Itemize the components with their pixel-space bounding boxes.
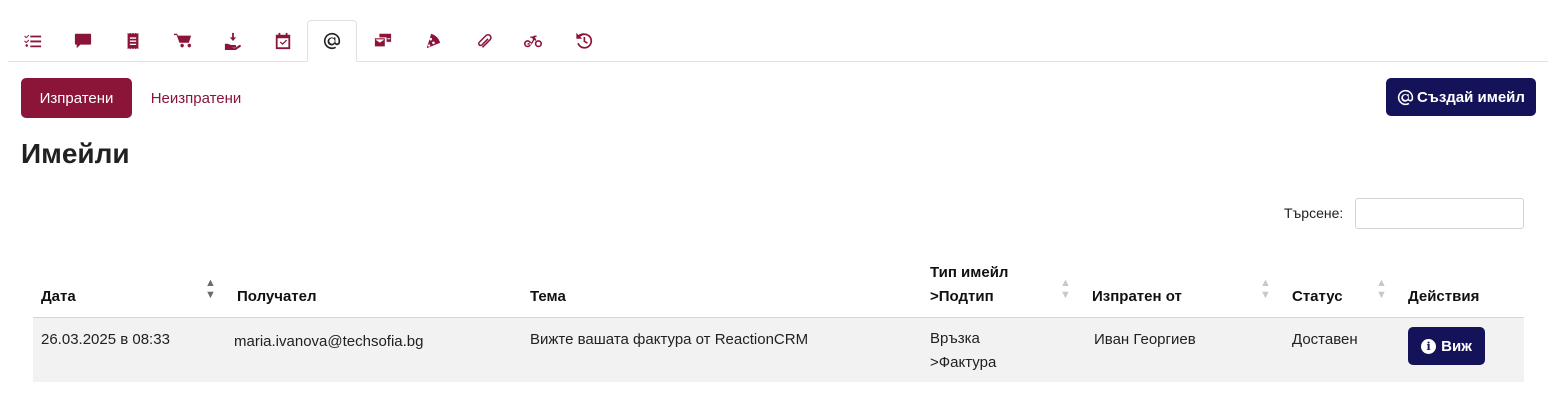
view-button[interactable]: i Виж bbox=[1408, 327, 1485, 365]
at-icon bbox=[1397, 89, 1414, 105]
cell-status: Доставен bbox=[1292, 331, 1358, 348]
column-header-actions: Действия bbox=[1408, 288, 1480, 305]
tab-history[interactable] bbox=[559, 20, 609, 62]
paperclip-icon bbox=[478, 33, 492, 48]
tasks-icon bbox=[24, 34, 42, 48]
tab-mass-mail[interactable] bbox=[358, 20, 408, 62]
cart-icon bbox=[174, 33, 192, 48]
bicycle-icon bbox=[524, 35, 542, 48]
column-header-date[interactable]: Дата bbox=[41, 285, 76, 309]
create-email-button[interactable]: Създай имейл bbox=[1386, 78, 1536, 116]
tab-emails[interactable] bbox=[307, 20, 357, 62]
cell-type: Връзка >Фактура bbox=[930, 327, 996, 375]
page-title: Имейли bbox=[21, 138, 130, 169]
search-input[interactable] bbox=[1355, 198, 1524, 229]
create-email-label: Създай имейл bbox=[1417, 88, 1525, 106]
pizza-slice-icon bbox=[426, 33, 441, 49]
sort-icon[interactable]: ▲ ▼ bbox=[1376, 277, 1387, 301]
comment-icon bbox=[74, 33, 92, 49]
column-header-sent-by[interactable]: Изпратен от bbox=[1092, 285, 1182, 309]
cell-sent-by: Иван Георгиев bbox=[1094, 331, 1196, 348]
table-header: Дата ▲ ▼ Получател Тема Тип имейл >Подтип… bbox=[33, 255, 1524, 318]
column-header-type[interactable]: Тип имейл >Подтип bbox=[930, 261, 1008, 309]
search-label: Търсене: bbox=[1284, 205, 1344, 221]
receipt-icon bbox=[127, 32, 139, 50]
tab-tasks[interactable] bbox=[8, 20, 58, 62]
cell-type-line1: Връзка bbox=[930, 330, 980, 347]
cell-date: 26.03.2025 в 08:33 bbox=[41, 331, 170, 348]
column-header-type-line1: Тип имейл bbox=[930, 264, 1009, 281]
hand-holding-icon bbox=[224, 32, 241, 50]
tab-cart[interactable] bbox=[158, 20, 208, 62]
tab-calendar[interactable] bbox=[258, 20, 308, 62]
history-icon bbox=[576, 32, 593, 49]
column-header-subject[interactable]: Тема bbox=[530, 285, 566, 309]
tab-payments[interactable] bbox=[208, 20, 258, 62]
sort-icon[interactable]: ▲ ▼ bbox=[1260, 277, 1271, 301]
cell-recipient: maria.ivanova@techsofia.bg bbox=[234, 333, 424, 350]
column-header-status[interactable]: Статус bbox=[1292, 285, 1343, 309]
sort-desc-icon[interactable]: ▲ ▼ bbox=[205, 277, 216, 301]
tab-unsent[interactable]: Неизпратени bbox=[140, 78, 252, 118]
table-row: 26.03.2025 в 08:33 maria.ivanova@techsof… bbox=[33, 318, 1524, 382]
info-icon: i bbox=[1421, 338, 1437, 354]
calendar-check-icon bbox=[275, 32, 291, 50]
sort-icon[interactable]: ▲ ▼ bbox=[1060, 277, 1071, 301]
tab-attachments[interactable] bbox=[458, 20, 508, 62]
tab-delivery[interactable] bbox=[508, 20, 558, 62]
cell-type-line2: >Фактура bbox=[930, 354, 997, 371]
column-header-recipient[interactable]: Получател bbox=[237, 285, 317, 309]
tab-receipts[interactable] bbox=[108, 20, 158, 62]
view-button-label: Виж bbox=[1441, 337, 1472, 355]
icon-tab-bar bbox=[8, 20, 1548, 62]
tab-sent[interactable]: Изпратени bbox=[21, 78, 132, 118]
mail-bulk-icon bbox=[374, 33, 392, 47]
emails-table: Дата ▲ ▼ Получател Тема Тип имейл >Подтип… bbox=[33, 255, 1524, 382]
column-header-type-line2: >Подтип bbox=[930, 288, 994, 305]
cell-subject: Вижте вашата фактура от ReactionCRM bbox=[530, 331, 809, 348]
tab-comments[interactable] bbox=[58, 20, 108, 62]
at-icon bbox=[323, 32, 341, 50]
tab-food[interactable] bbox=[408, 20, 458, 62]
